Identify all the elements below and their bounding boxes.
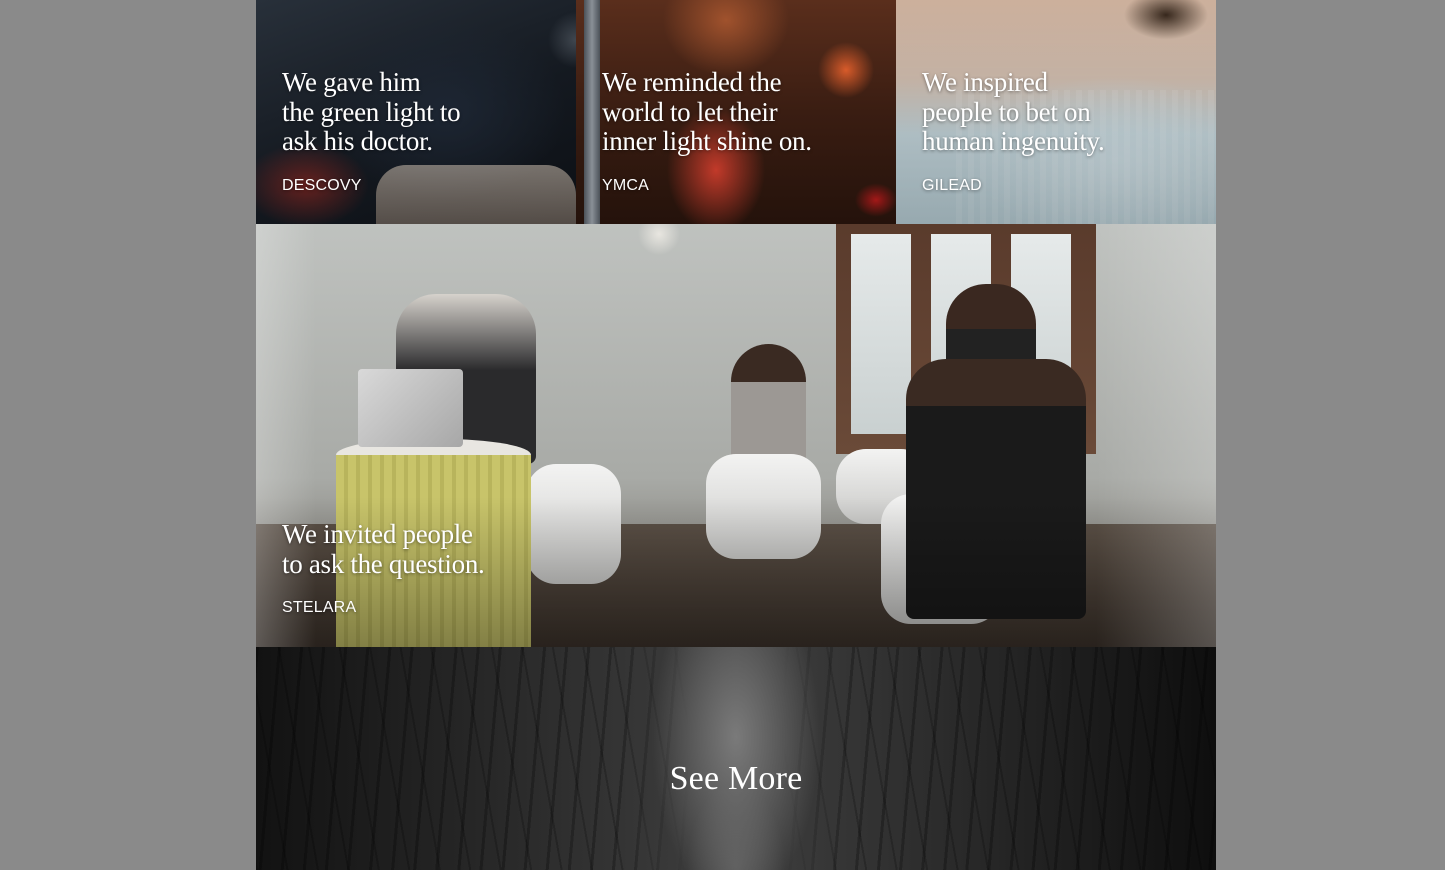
case-study-tile-ymca[interactable]: We reminded the world to let their inner… xyxy=(576,0,896,224)
case-study-client: GILEAD xyxy=(922,176,982,194)
case-study-tile-descovy[interactable]: We gave him the green light to ask his d… xyxy=(256,0,576,224)
case-study-caption: We reminded the world to let their inner… xyxy=(602,67,812,195)
case-study-client: STELARA xyxy=(282,599,357,616)
see-more-label: See More xyxy=(669,760,803,797)
case-study-headline: We reminded the world to let their inner… xyxy=(602,67,812,156)
case-study-caption: We invited people to ask the question. S… xyxy=(282,519,485,617)
case-study-caption: We inspired people to bet on human ingen… xyxy=(922,67,1105,195)
case-study-headline: We inspired people to bet on human ingen… xyxy=(922,67,1105,156)
forest-texture xyxy=(256,647,1216,870)
case-study-caption: We gave him the green light to ask his d… xyxy=(282,67,461,195)
case-study-tile-gilead[interactable]: We inspired people to bet on human ingen… xyxy=(896,0,1216,224)
case-study-tile-stelara[interactable]: We invited people to ask the question. S… xyxy=(256,224,1216,647)
case-study-client: YMCA xyxy=(602,176,650,194)
see-more-tile[interactable]: See More xyxy=(256,647,1216,870)
case-study-headline: We invited people to ask the question. xyxy=(282,519,485,579)
case-study-client: DESCOVY xyxy=(282,176,362,194)
case-study-headline: We gave him the green light to ask his d… xyxy=(282,67,461,156)
work-grid: We gave him the green light to ask his d… xyxy=(256,0,1216,870)
case-study-image-detail xyxy=(584,0,600,224)
